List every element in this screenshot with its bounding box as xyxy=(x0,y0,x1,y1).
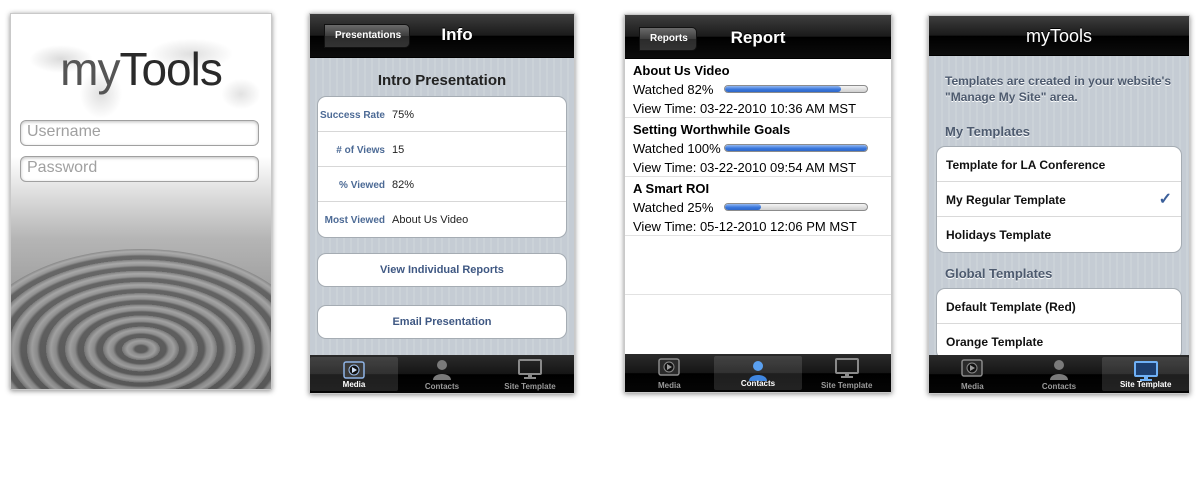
tab-contacts[interactable]: Contacts xyxy=(1016,355,1103,393)
tab-bar: Media Contacts Site Template xyxy=(310,355,574,393)
username-field[interactable]: Username xyxy=(20,120,259,146)
media-icon xyxy=(343,361,365,379)
page-title: Info xyxy=(441,25,473,44)
stat-label: Success Rate xyxy=(319,110,385,121)
report-item-view-time: View Time: 05-12-2010 12:06 PM MST xyxy=(633,219,857,234)
tab-bar: Media Contacts Site Template xyxy=(929,355,1189,393)
stat-row-most-viewed: Most Viewed About Us Video xyxy=(318,202,566,237)
report-item-watched: Watched 100% xyxy=(633,141,721,156)
template-label: Holidays Template xyxy=(946,228,1052,242)
template-item-selected[interactable]: My Regular Template ✓ xyxy=(937,182,1181,217)
page-title: Report xyxy=(730,28,786,47)
report-item-title: A Smart ROI xyxy=(633,181,710,196)
tab-label: Contacts xyxy=(1041,382,1077,391)
tab-bar: Media Contacts Site Template xyxy=(625,354,891,392)
checkmark-icon: ✓ xyxy=(1158,191,1172,208)
template-item[interactable]: Holidays Template xyxy=(937,217,1181,252)
report-screen: Reports Report About Us Video Watched 82… xyxy=(624,14,892,393)
tab-label: Site Template xyxy=(504,382,556,391)
tab-label: Media xyxy=(961,382,984,391)
empty-row xyxy=(625,236,891,295)
tab-media[interactable]: Media xyxy=(310,357,398,391)
stat-row-success-rate: Success Rate 75% xyxy=(318,97,566,132)
navigation-bar: myTools xyxy=(929,16,1189,56)
monitor-icon xyxy=(1133,361,1158,381)
monitor-icon xyxy=(518,359,542,379)
tab-label: Media xyxy=(658,381,681,390)
template-item[interactable]: Template for LA Conference xyxy=(937,147,1181,182)
tab-label: Contacts xyxy=(740,379,776,388)
report-item[interactable]: A Smart ROI Watched 25% View Time: 05-12… xyxy=(625,177,891,236)
app-logo: myTools xyxy=(60,43,223,95)
template-label: Default Template (Red) xyxy=(946,300,1076,314)
media-icon xyxy=(961,359,984,377)
report-item-watched: Watched 82% xyxy=(633,82,714,97)
contacts-icon xyxy=(433,360,451,380)
tab-label: Site Template xyxy=(820,381,873,390)
tab-label: Site Template xyxy=(1119,380,1172,389)
template-label: Orange Template xyxy=(946,335,1044,349)
report-item-view-time: View Time: 03-22-2010 10:36 AM MST xyxy=(633,101,857,116)
tab-site-template[interactable]: Site Template xyxy=(802,354,891,392)
templates-screen: myTools Templates are created in your we… xyxy=(928,15,1190,394)
tab-label: Media xyxy=(342,380,366,389)
stat-label: # of Views xyxy=(336,145,385,156)
report-item-watched: Watched 25% xyxy=(633,200,714,215)
stat-value: 15 xyxy=(392,144,405,156)
email-presentation-button[interactable]: Email Presentation xyxy=(317,305,567,339)
template-item[interactable]: Orange Template xyxy=(937,324,1181,355)
stat-row-views: # of Views 15 xyxy=(318,132,566,167)
tab-media[interactable]: Media xyxy=(929,355,1016,393)
watch-progress-bar xyxy=(724,203,868,211)
report-item-title: Setting Worthwhile Goals xyxy=(633,122,791,137)
report-item-view-time: View Time: 03-22-2010 09:54 AM MST xyxy=(633,160,857,175)
stat-label: Most Viewed xyxy=(324,215,385,226)
templates-content: Templates are created in your website's … xyxy=(929,56,1189,355)
watch-progress-bar xyxy=(724,85,868,93)
navigation-bar: Presentations Info xyxy=(310,14,574,58)
report-item[interactable]: About Us Video Watched 82% View Time: 03… xyxy=(625,59,891,118)
report-list: About Us Video Watched 82% View Time: 03… xyxy=(625,59,891,354)
watch-progress-bar xyxy=(724,144,868,152)
monitor-icon xyxy=(834,358,859,378)
report-item[interactable]: Setting Worthwhile Goals Watched 100% Vi… xyxy=(625,118,891,177)
tab-site-template[interactable]: Site Template xyxy=(1102,357,1189,391)
template-label: Template for LA Conference xyxy=(946,158,1106,172)
tab-contacts[interactable]: Contacts xyxy=(713,356,803,390)
stat-row-percent-viewed: % Viewed 82% xyxy=(318,167,566,202)
page-title: myTools xyxy=(1025,26,1092,46)
info-screen: Presentations Info Intro Presentation Su… xyxy=(309,13,575,394)
report-item-title: About Us Video xyxy=(633,63,730,78)
templates-description: Templates are created in your website's … xyxy=(945,74,1172,104)
stat-value: 75% xyxy=(392,109,415,121)
stat-value: 82% xyxy=(392,179,415,191)
my-templates-group: Template for LA Conference My Regular Te… xyxy=(936,146,1182,253)
navigation-bar: Reports Report xyxy=(625,15,891,59)
tab-contacts[interactable]: Contacts xyxy=(398,355,486,393)
password-field[interactable]: Password xyxy=(20,156,259,182)
water-ripple-graphic xyxy=(11,249,271,389)
media-icon xyxy=(658,358,681,376)
stat-label: % Viewed xyxy=(339,180,385,191)
global-templates-header: Global Templates xyxy=(945,266,1053,281)
section-title: Intro Presentation xyxy=(377,72,507,89)
template-item[interactable]: Default Template (Red) xyxy=(937,289,1181,324)
stats-group: Success Rate 75% # of Views 15 % Viewed … xyxy=(317,96,567,238)
template-label: My Regular Template xyxy=(946,193,1066,207)
contacts-icon xyxy=(1050,360,1068,380)
view-individual-reports-button[interactable]: View Individual Reports xyxy=(317,253,567,287)
tab-site-template[interactable]: Site Template xyxy=(486,355,574,393)
login-screen: myTools Username Password xyxy=(10,13,272,390)
tab-media[interactable]: Media xyxy=(625,354,714,392)
tab-label: Contacts xyxy=(424,382,460,391)
stat-value: About Us Video xyxy=(392,214,469,226)
my-templates-header: My Templates xyxy=(945,124,1031,139)
global-templates-group: Default Template (Red) Orange Template xyxy=(936,288,1182,355)
